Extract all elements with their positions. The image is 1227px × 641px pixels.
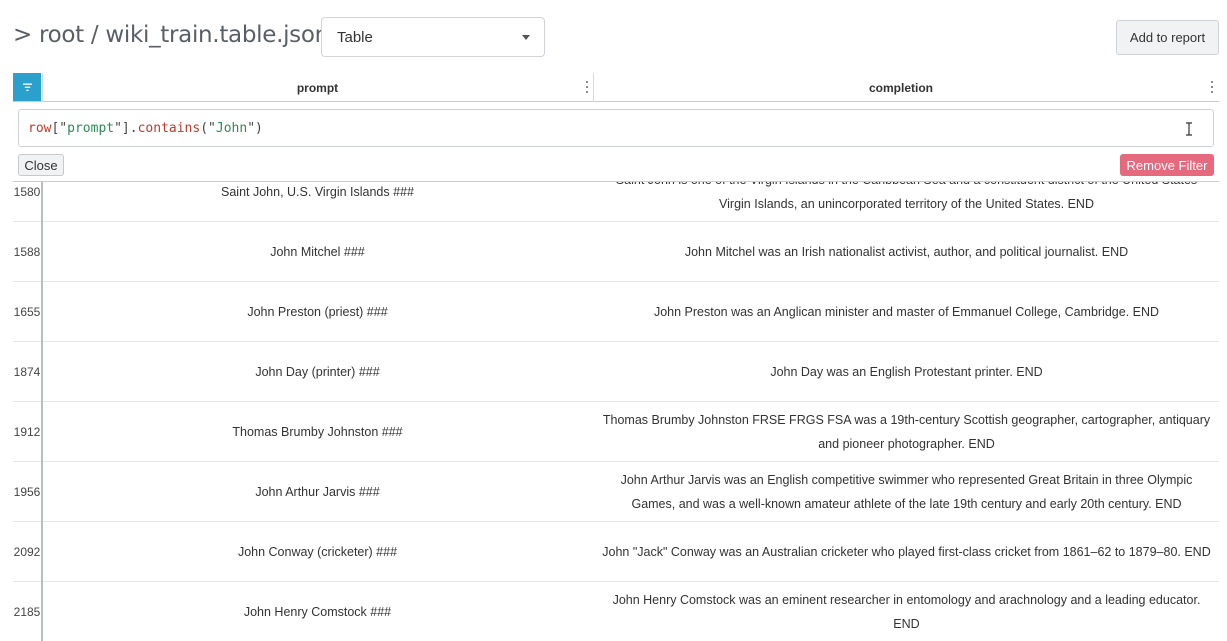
filter-token: John [215, 121, 248, 136]
completion-cell: John Henry Comstock was an eminent resea… [612, 593, 1201, 631]
row-index: 1655 [13, 305, 41, 319]
table-row[interactable]: 1588 John Mitchel ### John Mitchel was a… [13, 222, 1219, 282]
completion-cell: John Day was an English Protestant print… [770, 365, 1043, 379]
filter-token: ") [247, 121, 263, 136]
chevron-down-icon [522, 35, 530, 40]
completion-cell: Thomas Brumby Johnston FRSE FRGS FSA was… [602, 413, 1211, 451]
filter-toggle-button[interactable] [13, 73, 41, 101]
data-table: prompt completion row["prompt"].contains… [13, 73, 1219, 641]
completion-column-menu-icon[interactable] [1208, 81, 1216, 93]
table-row[interactable]: 2092 John Conway (cricketer) ### John "J… [13, 522, 1219, 582]
row-index: 1912 [13, 425, 41, 439]
table-row[interactable]: 1874 John Day (printer) ### John Day was… [13, 342, 1219, 402]
filter-token: prompt [67, 121, 115, 136]
row-index: 1874 [13, 365, 41, 379]
row-index: 1588 [13, 245, 41, 259]
prompt-cell: John Day (printer) ### [255, 365, 380, 379]
row-index: 2185 [13, 605, 41, 619]
table-row[interactable]: 1956 John Arthur Jarvis ### John Arthur … [13, 462, 1219, 522]
filter-token: "]. [114, 121, 138, 136]
filter-expression-input[interactable]: row["prompt"].contains("John") [18, 109, 1214, 147]
completion-cell: John Preston was an Anglican minister an… [653, 305, 1160, 319]
filter-panel: row["prompt"].contains("John") Close Rem… [13, 102, 1219, 182]
view-type-select[interactable]: Table [321, 17, 545, 57]
row-index: 1956 [13, 485, 41, 499]
row-index: 2092 [13, 545, 41, 559]
text-cursor-icon [1186, 122, 1192, 136]
table-body: 1580 Saint John, U.S. Virgin Islands ###… [13, 162, 1219, 641]
prompt-column-menu-icon[interactable] [583, 81, 591, 93]
prompt-cell: John Henry Comstock ### [243, 605, 392, 619]
table-header: prompt completion [13, 73, 1219, 102]
table-row[interactable]: 2185 John Henry Comstock ### John Henry … [13, 582, 1219, 641]
filter-token: (" [200, 121, 216, 136]
breadcrumb[interactable]: > root / wiki_train.table.json [13, 22, 329, 48]
prompt-cell: John Conway (cricketer) ### [237, 545, 398, 559]
completion-cell: John "Jack" Conway was an Australian cri… [602, 545, 1211, 559]
page-header: > root / wiki_train.table.json Table Add… [0, 0, 1227, 70]
add-to-report-button[interactable]: Add to report [1116, 20, 1219, 55]
prompt-cell: John Mitchel ### [270, 245, 365, 259]
prompt-cell: John Preston (priest) ### [247, 305, 388, 319]
filter-token: contains [137, 121, 201, 136]
filter-token: row [28, 121, 52, 136]
index-column-divider [41, 162, 43, 641]
table-row[interactable]: 1655 John Preston (priest) ### John Pres… [13, 282, 1219, 342]
column-header-prompt[interactable]: prompt [43, 73, 592, 102]
completion-cell: John Arthur Jarvis was an English compet… [620, 473, 1193, 511]
completion-cell: John Mitchel was an Irish nationalist ac… [684, 245, 1129, 259]
view-type-value: Table [337, 29, 373, 46]
remove-filter-button[interactable]: Remove Filter [1120, 154, 1214, 176]
close-filter-button[interactable]: Close [18, 154, 64, 176]
filter-icon [22, 83, 32, 91]
filter-token: [" [51, 121, 68, 136]
prompt-cell: Thomas Brumby Johnston ### [232, 425, 403, 439]
prompt-cell: John Arthur Jarvis ### [255, 485, 380, 499]
column-header-completion[interactable]: completion [594, 73, 1208, 102]
table-row[interactable]: 1912 Thomas Brumby Johnston ### Thomas B… [13, 402, 1219, 462]
